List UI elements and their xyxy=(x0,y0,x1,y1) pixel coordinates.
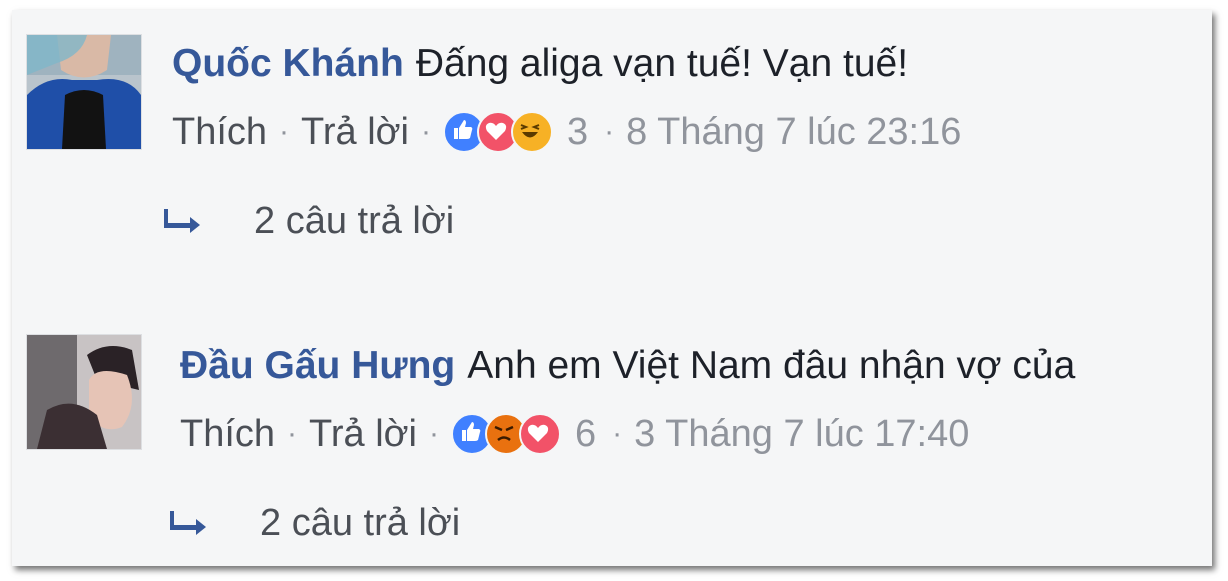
timestamp[interactable]: 3 Tháng 7 lúc 17:40 xyxy=(634,412,969,456)
comment-text: Anh em Việt Nam đâu nhận vợ của xyxy=(467,344,1076,387)
reply-link[interactable]: Trả lời xyxy=(301,110,409,154)
separator: · xyxy=(287,417,298,450)
love-icon xyxy=(519,413,561,455)
comment-actions: Thích · Trả lời · 6 · 3 Tháng 7 lúc 17:4… xyxy=(180,412,969,456)
reply-arrow-icon xyxy=(164,208,200,233)
reactions[interactable] xyxy=(451,413,561,455)
reply-link[interactable]: Trả lời xyxy=(309,412,417,456)
replies-count-label: 2 câu trả lời xyxy=(254,200,455,242)
avatar[interactable] xyxy=(26,334,142,450)
haha-icon xyxy=(511,111,553,153)
comments-panel: Quốc Khánh Đấng aliga vạn tuế! Vạn tuế! T… xyxy=(12,10,1212,566)
avatar[interactable] xyxy=(26,34,142,150)
comment-actions: Thích · Trả lời · 3 · 8 Tháng 7 lúc 23:1… xyxy=(172,110,961,154)
reaction-count[interactable]: 6 xyxy=(575,412,596,456)
avatar-image xyxy=(27,335,141,449)
view-replies-link[interactable]: 2 câu trả lời xyxy=(164,200,454,243)
separator: · xyxy=(604,115,615,148)
separator: · xyxy=(612,417,623,450)
like-link[interactable]: Thích xyxy=(180,412,275,456)
replies-count-label: 2 câu trả lời xyxy=(260,502,461,544)
comment-body: Đầu Gấu Hưng Anh em Việt Nam đâu nhận vợ … xyxy=(180,344,1075,388)
separator: · xyxy=(421,115,431,148)
comment-author[interactable]: Đầu Gấu Hưng xyxy=(180,344,455,387)
separator: · xyxy=(279,115,290,148)
reactions[interactable] xyxy=(443,111,553,153)
timestamp[interactable]: 8 Tháng 7 lúc 23:16 xyxy=(626,110,961,154)
comment-text: Đấng aliga vạn tuế! Vạn tuế! xyxy=(415,42,909,85)
comment-body: Quốc Khánh Đấng aliga vạn tuế! Vạn tuế! xyxy=(172,42,908,86)
comment-item: Quốc Khánh Đấng aliga vạn tuế! Vạn tuế! T… xyxy=(12,10,1212,260)
reaction-count[interactable]: 3 xyxy=(567,110,588,154)
avatar-image xyxy=(27,35,141,149)
view-replies-link[interactable]: 2 câu trả lời xyxy=(170,502,460,545)
like-link[interactable]: Thích xyxy=(172,110,267,154)
separator: · xyxy=(429,417,439,450)
reply-arrow-icon xyxy=(170,510,206,535)
comment-item: Đầu Gấu Hưng Anh em Việt Nam đâu nhận vợ … xyxy=(12,310,1212,560)
comment-author[interactable]: Quốc Khánh xyxy=(172,42,404,85)
